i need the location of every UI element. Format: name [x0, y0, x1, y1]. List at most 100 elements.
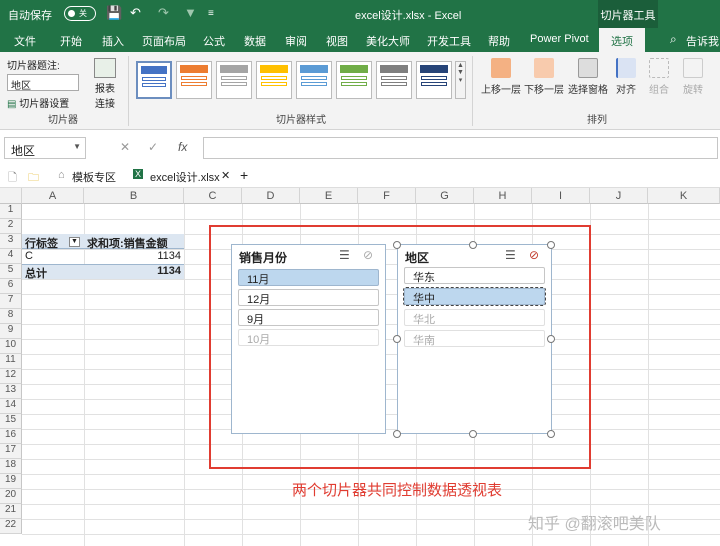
- row-header[interactable]: 18: [0, 459, 22, 474]
- send-backward-button[interactable]: 下移一层: [524, 58, 564, 96]
- filter-dropdown-icon[interactable]: ▼: [69, 237, 80, 247]
- close-icon[interactable]: ✕: [221, 169, 230, 182]
- clear-filter-icon[interactable]: ⊘: [529, 248, 539, 262]
- insert-function-icon[interactable]: fx: [178, 140, 187, 154]
- row-header[interactable]: 22: [0, 519, 22, 534]
- tab-formulas[interactable]: 公式: [203, 33, 225, 49]
- folder-icon[interactable]: 🗀: [28, 169, 39, 188]
- row-header[interactable]: 8: [0, 309, 22, 324]
- row-header[interactable]: 12: [0, 369, 22, 384]
- bring-forward-button[interactable]: 上移一层: [481, 58, 521, 96]
- row-header[interactable]: 19: [0, 474, 22, 489]
- row-header[interactable]: 20: [0, 489, 22, 504]
- gallery-scroll-button[interactable]: ▲ ▼ ▾: [455, 61, 466, 99]
- row-header[interactable]: 7: [0, 294, 22, 309]
- slicer-sales-month[interactable]: 销售月份 ☰ ⊘ 11月 12月 9月 10月: [231, 244, 386, 434]
- redo-icon[interactable]: ↷: [158, 5, 169, 21]
- column-header[interactable]: F: [358, 188, 416, 204]
- row-header[interactable]: 2: [0, 219, 22, 234]
- slicer-region[interactable]: 地区 ☰ ⊘ 华东 华中 华北 华南: [397, 244, 552, 434]
- chevron-down-icon[interactable]: ▼: [73, 142, 81, 151]
- template-tab[interactable]: 模板专区: [72, 169, 116, 185]
- tab-tell-me[interactable]: 告诉我: [686, 33, 719, 49]
- row-header[interactable]: 9: [0, 324, 22, 339]
- tab-insert[interactable]: 插入: [102, 33, 124, 49]
- slicer-item[interactable]: 华中: [403, 287, 546, 306]
- resize-handle[interactable]: [393, 430, 401, 438]
- resize-handle[interactable]: [393, 241, 401, 249]
- row-header[interactable]: 6: [0, 279, 22, 294]
- rotate-button[interactable]: 旋转: [680, 58, 706, 96]
- slicer-item[interactable]: 华东: [404, 267, 545, 284]
- slicer-item[interactable]: 11月: [238, 269, 379, 286]
- filter-icon[interactable]: ▼: [184, 5, 197, 20]
- column-header[interactable]: C: [184, 188, 242, 204]
- slicer-item[interactable]: 华南: [404, 330, 545, 347]
- row-header[interactable]: 10: [0, 339, 22, 354]
- resize-handle[interactable]: [547, 241, 555, 249]
- report-connections-button[interactable]: 报表 连接: [88, 58, 122, 110]
- multi-select-icon[interactable]: ☰: [505, 248, 516, 262]
- row-header[interactable]: 15: [0, 414, 22, 429]
- tab-beautify-master[interactable]: 美化大师: [366, 33, 410, 49]
- slicer-style-tile[interactable]: [416, 61, 452, 99]
- tab-page-layout[interactable]: 页面布局: [142, 33, 186, 49]
- tab-file[interactable]: 文件: [14, 33, 36, 49]
- tab-power-pivot[interactable]: Power Pivot: [530, 33, 589, 45]
- slicer-item[interactable]: 10月: [238, 329, 379, 346]
- slicer-item[interactable]: 华北: [404, 309, 545, 326]
- select-all-corner[interactable]: [0, 188, 22, 204]
- row-header[interactable]: 5: [0, 264, 22, 279]
- slicer-caption-input[interactable]: 地区: [7, 74, 79, 92]
- tab-options[interactable]: 选项: [599, 28, 645, 52]
- slicer-style-tile[interactable]: [296, 61, 332, 99]
- clear-filter-icon[interactable]: ⊘: [363, 248, 373, 262]
- row-header[interactable]: 14: [0, 399, 22, 414]
- resize-handle[interactable]: [547, 335, 555, 343]
- resize-handle[interactable]: [469, 241, 477, 249]
- search-icon[interactable]: ⌕: [670, 32, 677, 47]
- group-button[interactable]: 组合: [646, 58, 672, 96]
- resize-handle[interactable]: [547, 430, 555, 438]
- row-header[interactable]: 16: [0, 429, 22, 444]
- name-box[interactable]: 地区 ▼: [4, 137, 86, 159]
- resize-handle[interactable]: [393, 335, 401, 343]
- worksheet-grid[interactable]: A B C D E F G H I J K 1 2 3 4 5 6 7 8 9 …: [0, 188, 720, 546]
- tab-data[interactable]: 数据: [244, 33, 266, 49]
- workbook-tab[interactable]: excel设计.xlsx: [150, 169, 220, 185]
- slicer-style-tile[interactable]: [256, 61, 292, 99]
- row-header[interactable]: 4: [0, 249, 22, 264]
- formula-input[interactable]: [203, 137, 718, 159]
- column-header[interactable]: I: [532, 188, 590, 204]
- row-header[interactable]: 3: [0, 234, 22, 249]
- row-header[interactable]: 13: [0, 384, 22, 399]
- column-header[interactable]: H: [474, 188, 532, 204]
- column-header[interactable]: G: [416, 188, 474, 204]
- tab-review[interactable]: 审阅: [285, 33, 307, 49]
- autosave-toggle[interactable]: 关: [64, 6, 96, 21]
- enter-icon[interactable]: ✓: [148, 140, 158, 154]
- slicer-style-tile[interactable]: [136, 61, 172, 99]
- save-icon[interactable]: 💾: [106, 5, 122, 21]
- slicer-style-tile[interactable]: [336, 61, 372, 99]
- multi-select-icon[interactable]: ☰: [339, 248, 350, 262]
- undo-icon[interactable]: ↶: [130, 5, 141, 21]
- row-header[interactable]: 1: [0, 204, 22, 219]
- column-header[interactable]: E: [300, 188, 358, 204]
- column-header[interactable]: D: [242, 188, 300, 204]
- customize-qat-icon[interactable]: ≡: [208, 8, 214, 19]
- column-header[interactable]: K: [648, 188, 720, 204]
- column-header[interactable]: J: [590, 188, 648, 204]
- tab-view[interactable]: 视图: [326, 33, 348, 49]
- row-header[interactable]: 21: [0, 504, 22, 519]
- home-icon[interactable]: ⌂: [58, 169, 65, 181]
- slicer-item[interactable]: 12月: [238, 289, 379, 306]
- align-button[interactable]: 对齐: [613, 58, 639, 96]
- tab-developer[interactable]: 开发工具: [427, 33, 471, 49]
- slicer-item[interactable]: 9月: [238, 309, 379, 326]
- row-header[interactable]: 17: [0, 444, 22, 459]
- slicer-settings-button[interactable]: ▤ 切片器设置: [7, 95, 69, 110]
- resize-handle[interactable]: [469, 430, 477, 438]
- row-header[interactable]: 11: [0, 354, 22, 369]
- slicer-style-tile[interactable]: [176, 61, 212, 99]
